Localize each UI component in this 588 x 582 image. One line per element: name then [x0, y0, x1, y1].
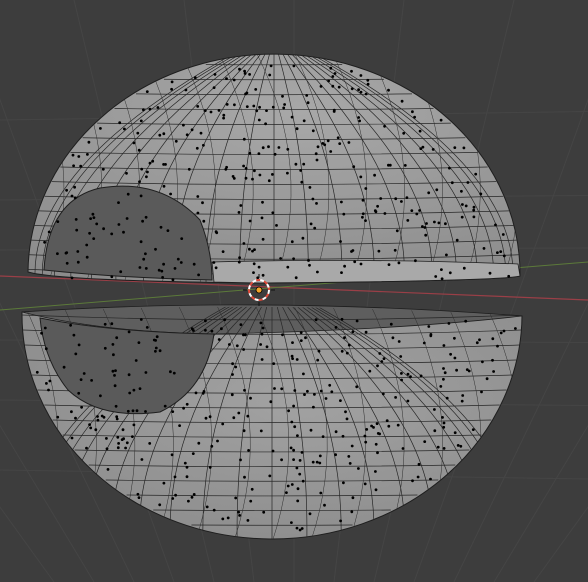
3d-viewport[interactable]	[0, 0, 588, 582]
top-hemisphere-mesh[interactable]	[27, 50, 556, 284]
viewport-scene[interactable]	[0, 0, 588, 582]
object-origin-icon[interactable]	[255, 286, 263, 294]
bottom-hemisphere-mesh[interactable]	[21, 300, 558, 540]
